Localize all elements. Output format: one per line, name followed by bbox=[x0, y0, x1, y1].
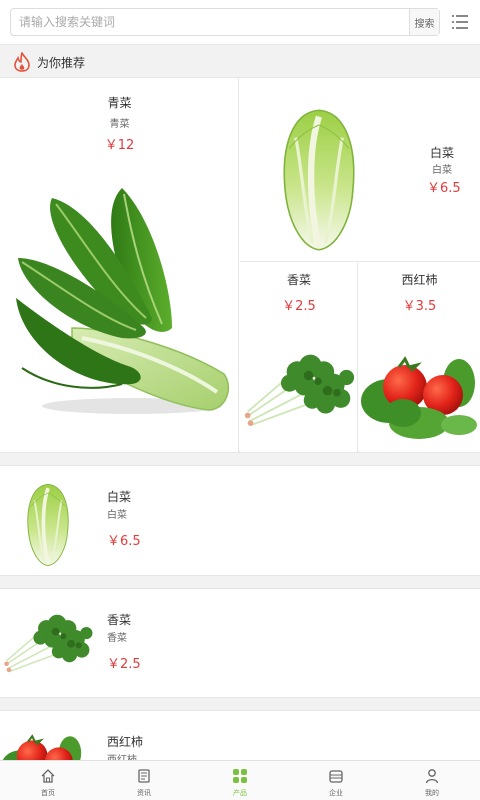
tomato-image bbox=[359, 343, 479, 443]
tab-label: 资讯 bbox=[137, 789, 151, 797]
tab-label: 首页 bbox=[41, 789, 55, 797]
tab-bar: 首页 资讯 产品 企业 我的 bbox=[0, 760, 480, 800]
list-item[interactable]: 香菜 香菜 ￥2.5 bbox=[0, 589, 480, 699]
featured-item-tomato[interactable]: 西红柿 ￥3.5 bbox=[359, 263, 480, 452]
home-icon bbox=[41, 769, 55, 783]
product-name: 西红柿 bbox=[107, 735, 144, 749]
tab-company[interactable]: 企业 bbox=[288, 761, 384, 800]
tab-news[interactable]: 资讯 bbox=[96, 761, 192, 800]
product-name: 香菜 bbox=[286, 273, 311, 287]
search-bar: 搜索 bbox=[0, 0, 480, 44]
company-icon bbox=[329, 770, 343, 783]
product-name: 香菜 bbox=[107, 613, 132, 627]
product-price: ￥2.5 bbox=[107, 657, 141, 672]
section-header: 为你推荐 bbox=[0, 44, 480, 78]
featured-item-cabbage[interactable]: 白菜 白菜 ￥6.5 bbox=[240, 78, 480, 262]
divider bbox=[0, 575, 480, 589]
featured-grid: 青菜 青菜 ￥12 白菜 白菜 ￥6.5 香菜 ￥2.5 西红柿 ￥3.5 bbox=[0, 78, 480, 452]
product-subtitle: 青菜 bbox=[109, 119, 130, 130]
bokchoy-image bbox=[16, 188, 229, 414]
menu-icon[interactable] bbox=[452, 14, 468, 30]
product-subtitle: 白菜 bbox=[107, 510, 127, 521]
search-input[interactable] bbox=[11, 9, 409, 35]
product-name: 西红柿 bbox=[401, 273, 438, 287]
tab-products[interactable]: 产品 bbox=[192, 761, 288, 800]
fire-icon bbox=[14, 52, 30, 72]
product-subtitle: 西红柿 bbox=[107, 751, 137, 760]
cabbage-image bbox=[274, 106, 364, 254]
section-title: 为你推荐 bbox=[37, 56, 86, 70]
search-button[interactable]: 搜索 bbox=[409, 9, 439, 35]
divider bbox=[0, 697, 480, 711]
product-name: 青菜 bbox=[107, 96, 132, 110]
divider bbox=[0, 452, 480, 466]
featured-item-bokchoy[interactable]: 青菜 青菜 ￥12 bbox=[0, 78, 239, 452]
product-price: ￥3.5 bbox=[402, 299, 437, 314]
tab-label: 产品 bbox=[233, 789, 247, 797]
tab-profile[interactable]: 我的 bbox=[384, 761, 480, 800]
product-price: ￥12 bbox=[104, 138, 135, 153]
cilantro-image bbox=[2, 603, 94, 677]
product-subtitle: 白菜 bbox=[432, 165, 452, 176]
tab-label: 企业 bbox=[329, 789, 343, 797]
product-subtitle: 香菜 bbox=[107, 633, 127, 644]
list-item[interactable]: 白菜 白菜 ￥6.5 bbox=[0, 466, 480, 576]
news-icon bbox=[138, 769, 150, 783]
grid-icon bbox=[233, 769, 247, 783]
product-price: ￥6.5 bbox=[427, 181, 461, 196]
list-item[interactable]: 西红柿 西红柿 bbox=[0, 711, 480, 760]
product-name: 白菜 bbox=[107, 490, 132, 504]
cabbage-image bbox=[20, 482, 76, 568]
search-box: 搜索 bbox=[10, 8, 440, 36]
product-name: 白菜 bbox=[430, 146, 455, 160]
product-price: ￥2.5 bbox=[282, 299, 316, 314]
user-icon bbox=[425, 769, 439, 784]
tomato-image bbox=[0, 725, 84, 760]
cilantro-image bbox=[242, 341, 356, 431]
featured-item-cilantro[interactable]: 香菜 ￥2.5 bbox=[240, 263, 358, 452]
product-price: ￥6.5 bbox=[107, 534, 141, 549]
tab-label: 我的 bbox=[425, 789, 439, 797]
tab-home[interactable]: 首页 bbox=[0, 761, 96, 800]
